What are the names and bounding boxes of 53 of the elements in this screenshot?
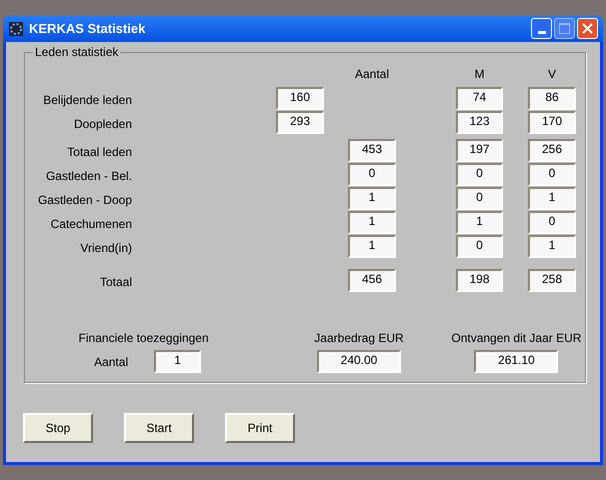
number-field[interactable]: 86 xyxy=(528,87,576,110)
number-field[interactable]: 1 xyxy=(348,211,396,234)
number-field[interactable]: 160 xyxy=(276,87,324,110)
field-label: Jaarbedrag EUR xyxy=(314,331,404,345)
row-label: Doopleden xyxy=(72,116,132,132)
column-header: V xyxy=(546,67,557,81)
minimize-button[interactable] xyxy=(531,18,552,39)
number-field[interactable]: 1 xyxy=(528,235,576,258)
number-field[interactable]: 293 xyxy=(276,111,324,134)
number-field[interactable]: 123 xyxy=(456,111,503,134)
number-field[interactable]: 240.00 xyxy=(317,350,401,373)
row-label: Totaal leden xyxy=(66,144,132,160)
maximize-icon xyxy=(559,23,570,34)
row-label: Totaal xyxy=(98,274,132,290)
row-label: Belijdende leden xyxy=(42,92,132,108)
number-field[interactable]: 261.10 xyxy=(474,350,558,373)
number-field[interactable]: 1 xyxy=(348,187,396,210)
group-title: Leden statistiek xyxy=(33,45,120,59)
number-field[interactable]: 74 xyxy=(456,87,503,110)
number-field[interactable]: 0 xyxy=(456,163,503,186)
number-field[interactable]: 1 xyxy=(154,350,202,373)
number-field[interactable]: 0 xyxy=(456,235,503,258)
app-icon xyxy=(8,20,24,36)
row-label: Vriend(in) xyxy=(79,240,132,256)
number-field[interactable]: 0 xyxy=(456,187,503,210)
window-title: KERKAS Statistiek xyxy=(29,20,146,38)
action-button[interactable]: Print xyxy=(225,413,295,443)
action-button[interactable]: Stop xyxy=(23,413,93,443)
action-button[interactable]: Start xyxy=(124,413,194,443)
number-field[interactable]: 197 xyxy=(456,139,503,162)
minimize-icon xyxy=(538,31,546,34)
number-field[interactable]: 0 xyxy=(528,211,576,234)
number-field[interactable]: 198 xyxy=(456,269,503,292)
number-field[interactable]: 0 xyxy=(348,163,396,186)
row-label: Gastleden - Bel. xyxy=(44,168,132,184)
row-label: Gastleden - Doop xyxy=(36,192,132,208)
number-field[interactable]: 258 xyxy=(528,269,576,292)
close-icon xyxy=(582,23,593,34)
column-header: Aantal xyxy=(354,67,390,81)
field-label: Ontvangen dit Jaar EUR xyxy=(451,331,582,345)
close-button[interactable] xyxy=(577,18,598,39)
row-label: Catechumenen xyxy=(50,216,132,232)
number-field[interactable]: 0 xyxy=(528,163,576,186)
number-field[interactable]: 456 xyxy=(348,269,396,292)
section-label: Financiele toezeggingen xyxy=(78,331,209,345)
number-field[interactable]: 1 xyxy=(348,235,396,258)
number-field[interactable]: 256 xyxy=(528,139,576,162)
number-field[interactable]: 453 xyxy=(348,139,396,162)
number-field[interactable]: 1 xyxy=(528,187,576,210)
field-label: Aantal xyxy=(94,354,128,370)
number-field[interactable]: 1 xyxy=(456,211,503,234)
number-field[interactable]: 170 xyxy=(528,111,576,134)
column-header: M xyxy=(474,67,486,81)
